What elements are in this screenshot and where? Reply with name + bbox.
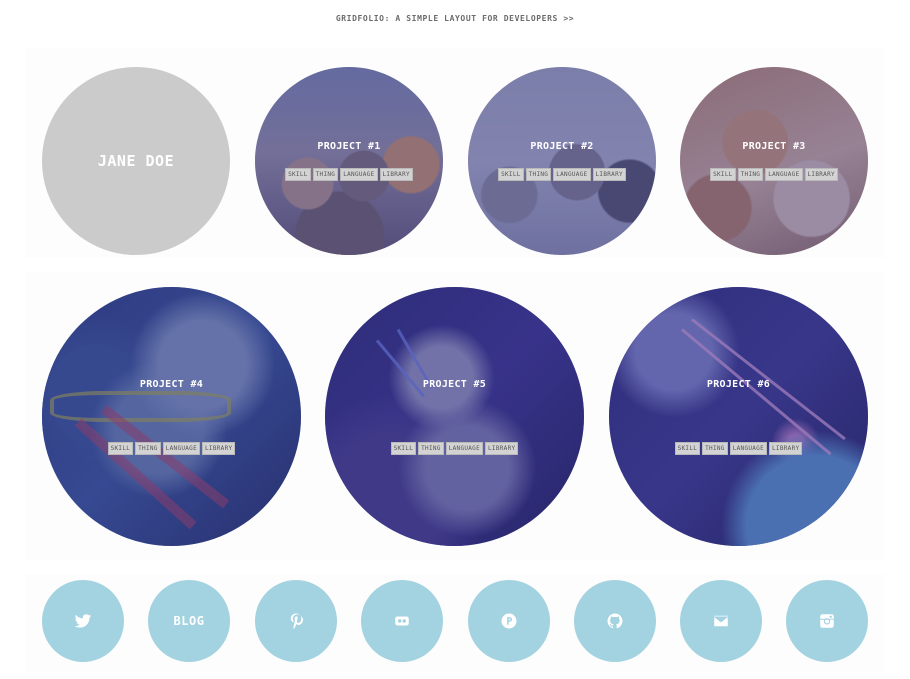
tag-thing[interactable]: THING xyxy=(312,168,339,181)
twitter-icon xyxy=(74,614,92,628)
flickr-link[interactable] xyxy=(361,580,443,662)
instagram-link[interactable] xyxy=(786,580,868,662)
project-2-tags: SKILL THING LANGUAGE LIBRARY xyxy=(498,168,626,181)
github-icon xyxy=(607,613,623,629)
producthunt-link[interactable] xyxy=(468,580,550,662)
blog-link[interactable]: BLOG xyxy=(148,580,230,662)
tag-skill[interactable]: SKILL xyxy=(710,168,736,181)
tag-library[interactable]: LIBRARY xyxy=(804,168,838,181)
profile-circle: JANE DOE xyxy=(42,67,230,255)
project-4-tags: SKILL THING LANGUAGE LIBRARY xyxy=(107,441,236,455)
tag-library[interactable]: LIBRARY xyxy=(379,168,413,181)
tag-language[interactable]: LANGUAGE xyxy=(729,441,768,455)
tag-language[interactable]: LANGUAGE xyxy=(162,441,201,455)
project-3-title: PROJECT #3 xyxy=(742,141,806,152)
tag-language[interactable]: LANGUAGE xyxy=(445,441,484,455)
project-card-1[interactable]: PROJECT #1 SKILL THING LANGUAGE LIBRARY xyxy=(255,67,443,255)
tag-skill[interactable]: SKILL xyxy=(107,441,134,455)
instagram-icon xyxy=(820,614,834,628)
project-1-tags: SKILL THING LANGUAGE LIBRARY xyxy=(285,168,413,181)
project-5-title: PROJECT #5 xyxy=(422,378,487,390)
pinterest-icon xyxy=(290,613,304,630)
project-1-title: PROJECT #1 xyxy=(317,141,381,152)
producthunt-icon xyxy=(501,613,517,629)
tag-thing[interactable]: THING xyxy=(525,168,552,181)
tag-library[interactable]: LIBRARY xyxy=(592,168,626,181)
flickr-icon xyxy=(395,616,409,626)
tag-language[interactable]: LANGUAGE xyxy=(765,168,803,181)
profile-name: JANE DOE xyxy=(97,152,175,170)
project-card-2[interactable]: PROJECT #2 SKILL THING LANGUAGE LIBRARY xyxy=(468,67,656,255)
blog-label: BLOG xyxy=(173,614,205,628)
github-link[interactable] xyxy=(574,580,656,662)
tag-thing[interactable]: THING xyxy=(702,441,728,455)
tag-library[interactable]: LIBRARY xyxy=(485,441,519,455)
tag-language[interactable]: LANGUAGE xyxy=(340,168,378,181)
tag-library[interactable]: LIBRARY xyxy=(769,441,803,455)
project-4-title: PROJECT #4 xyxy=(139,378,204,390)
project-card-4[interactable]: PROJECT #4 SKILL THING LANGUAGE LIBRARY xyxy=(42,287,301,546)
tag-skill[interactable]: SKILL xyxy=(390,441,417,455)
project-card-5[interactable]: PROJECT #5 SKILL THING LANGUAGE LIBRARY xyxy=(325,287,584,546)
tag-skill[interactable]: SKILL xyxy=(674,441,701,455)
tag-language[interactable]: LANGUAGE xyxy=(553,168,591,181)
project-card-3[interactable]: PROJECT #3 SKILL THING LANGUAGE LIBRARY xyxy=(680,67,868,255)
project-2-title: PROJECT #2 xyxy=(530,141,594,152)
twitter-link[interactable] xyxy=(42,580,124,662)
tag-thing[interactable]: THING xyxy=(418,441,444,455)
pinterest-link[interactable] xyxy=(255,580,337,662)
tag-thing[interactable]: THING xyxy=(135,441,161,455)
project-6-title: PROJECT #6 xyxy=(706,378,771,390)
gridfolio-header-link[interactable]: GRIDFOLIO: A SIMPLE LAYOUT FOR DEVELOPER… xyxy=(0,14,910,23)
tag-library[interactable]: LIBRARY xyxy=(202,441,236,455)
email-link[interactable] xyxy=(680,580,762,662)
project-6-tags: SKILL THING LANGUAGE LIBRARY xyxy=(674,441,803,455)
project-card-6[interactable]: PROJECT #6 SKILL THING LANGUAGE LIBRARY xyxy=(609,287,868,546)
project-5-tags: SKILL THING LANGUAGE LIBRARY xyxy=(390,441,519,455)
email-icon xyxy=(714,615,728,627)
tag-skill[interactable]: SKILL xyxy=(498,168,524,181)
tag-thing[interactable]: THING xyxy=(737,168,764,181)
tag-skill[interactable]: SKILL xyxy=(285,168,311,181)
project-3-tags: SKILL THING LANGUAGE LIBRARY xyxy=(710,168,838,181)
